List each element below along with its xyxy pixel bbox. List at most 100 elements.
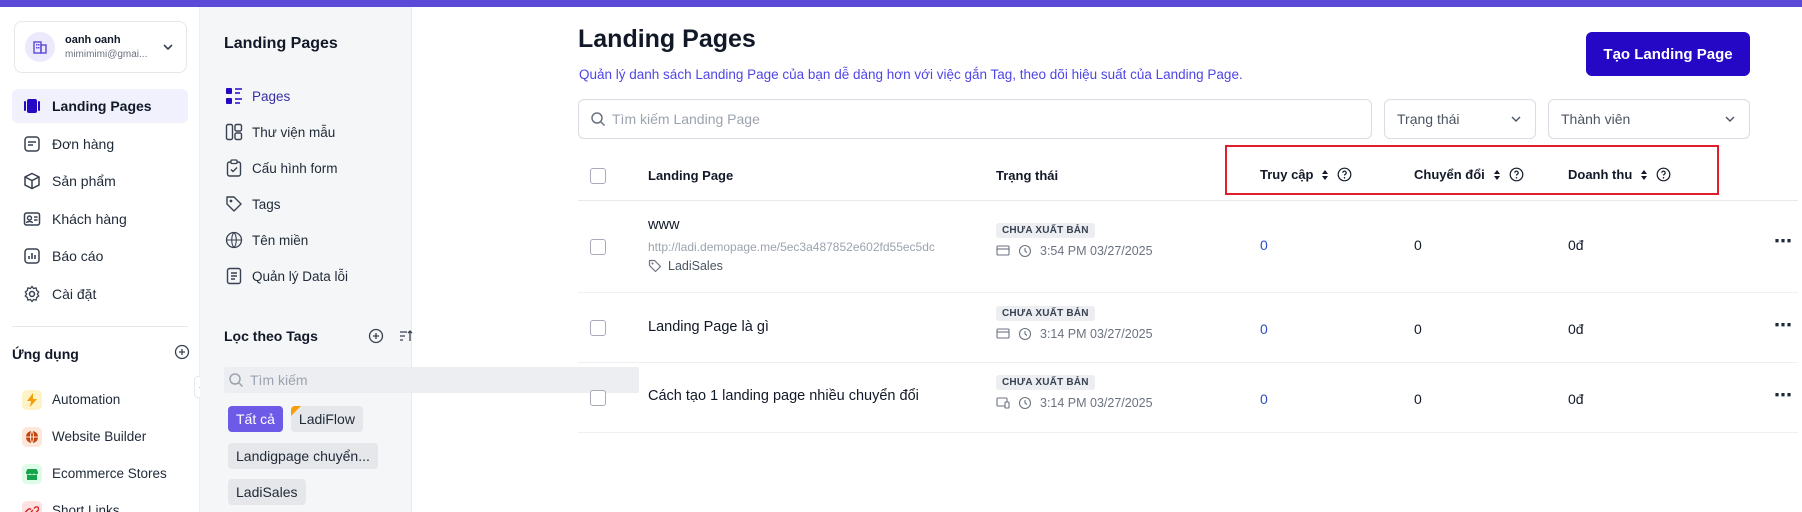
- main-nav: Landing Pages Đơn hàng Sản phẩm Khách hà…: [12, 89, 188, 314]
- landing-page-name[interactable]: www: [648, 217, 679, 233]
- tag-color-marker: [290, 406, 301, 416]
- main-content: Landing Pages Quản lý danh sách Landing …: [412, 7, 1802, 512]
- nav-label: Đơn hàng: [52, 135, 115, 152]
- apps-list: Automation Website Builder Ecommerce Sto…: [22, 381, 192, 512]
- subnav-label: Tên miền: [252, 232, 309, 248]
- updated-time: 3:54 PM 03/27/2025: [1040, 244, 1153, 258]
- more-options-icon[interactable]: ⋯: [1774, 231, 1793, 252]
- status-badge: CHƯA XUẤT BẢN: [996, 306, 1095, 321]
- domain-icon: [224, 230, 244, 250]
- table-row[interactable]: Cách tạo 1 landing page nhiều chuyển đổi…: [578, 363, 1798, 433]
- visits-value[interactable]: 0: [1260, 237, 1268, 253]
- landing-page-url[interactable]: http://ladi.demopage.me/5ec3a487852e602f…: [648, 240, 935, 254]
- table-row[interactable]: www http://ladi.demopage.me/5ec3a487852e…: [578, 201, 1798, 293]
- app-item-ecommerce-stores[interactable]: Ecommerce Stores: [22, 455, 192, 492]
- select-all-checkbox[interactable]: [590, 168, 606, 184]
- member-filter-value: Thành viên: [1561, 111, 1631, 127]
- apps-title: Ứng dụng: [12, 345, 79, 362]
- app-item-website-builder[interactable]: Website Builder: [22, 418, 192, 455]
- status-badge: CHƯA XUẤT BẢN: [996, 375, 1095, 390]
- app-label: Short Links: [52, 503, 120, 512]
- row-checkbox[interactable]: [590, 239, 606, 255]
- subnav-label: Thư viện mẫu: [252, 124, 336, 140]
- column-header-status: Trạng thái: [996, 168, 1059, 183]
- settings-icon: [22, 284, 42, 304]
- revenue-value: 0đ: [1568, 391, 1584, 407]
- tag-chip-ladiflow[interactable]: LadiFlow: [290, 406, 363, 432]
- nav-label: Sản phẩm: [52, 173, 116, 189]
- subnav-item-pages[interactable]: Pages: [224, 78, 404, 114]
- desktop-icon: [996, 328, 1010, 340]
- status-filter-select[interactable]: Trạng thái: [1384, 99, 1536, 139]
- tag-chip-all[interactable]: Tất cả: [228, 406, 283, 432]
- conversions-value: 0: [1414, 321, 1422, 337]
- subnav-label: Tags: [252, 196, 281, 212]
- page-description: Quản lý danh sách Landing Page của bạn d…: [579, 67, 1243, 82]
- search-icon: [228, 372, 244, 388]
- tag-chip-row: Landigpage chuyển...: [228, 443, 378, 469]
- create-landing-page-button[interactable]: Tạo Landing Page: [1586, 32, 1750, 76]
- visits-value[interactable]: 0: [1260, 391, 1268, 407]
- nav-item-settings[interactable]: Cài đặt: [12, 277, 188, 311]
- status-cell: CHƯA XUẤT BẢN 3:14 PM 03/27/2025: [996, 306, 1153, 341]
- subnav-item-domain[interactable]: Tên miền: [224, 222, 404, 258]
- search-placeholder: Tìm kiếm Landing Page: [612, 111, 760, 127]
- row-checkbox[interactable]: [590, 390, 606, 406]
- nav-item-products[interactable]: Sản phẩm: [12, 164, 188, 198]
- nav-label: Landing Pages: [52, 98, 152, 114]
- app-item-short-links[interactable]: Short Links: [22, 492, 192, 512]
- ecommerce-stores-icon: [22, 463, 42, 484]
- top-accent-bar: [0, 0, 1802, 7]
- add-app-icon[interactable]: [174, 344, 190, 363]
- conversions-value: 0: [1414, 391, 1422, 407]
- template-library-icon: [224, 122, 244, 142]
- desktop-icon: [996, 245, 1010, 257]
- status-meta: 3:54 PM 03/27/2025: [996, 244, 1153, 258]
- revenue-value: 0đ: [1568, 321, 1584, 337]
- app-label: Automation: [52, 392, 121, 407]
- customers-icon: [22, 209, 42, 229]
- nav-item-reports[interactable]: Báo cáo: [12, 239, 188, 273]
- tag-chip-landingpage[interactable]: Landigpage chuyển...: [228, 443, 378, 469]
- more-options-icon[interactable]: ⋯: [1774, 315, 1793, 336]
- status-filter-value: Trạng thái: [1397, 111, 1460, 127]
- more-options-icon[interactable]: ⋯: [1774, 385, 1793, 406]
- visits-value[interactable]: 0: [1260, 321, 1268, 337]
- add-tag-icon[interactable]: [368, 328, 384, 344]
- nav-item-orders[interactable]: Đơn hàng: [12, 127, 188, 161]
- landing-page-name[interactable]: Landing Page là gì: [648, 319, 769, 335]
- revenue-value: 0đ: [1568, 237, 1584, 253]
- apps-header: Ứng dụng: [12, 344, 190, 363]
- status-cell: CHƯA XUẤT BẢN 3:14 PM 03/27/2025: [996, 375, 1153, 410]
- subnav-item-template-library[interactable]: Thư viện mẫu: [224, 114, 404, 150]
- account-switcher[interactable]: oanh oanh mimimimi@gmai...: [14, 21, 187, 73]
- chevron-down-icon: [1723, 112, 1737, 126]
- landing-page-name[interactable]: Cách tạo 1 landing page nhiều chuyển đổi: [648, 388, 919, 404]
- tags-search-placeholder: Tìm kiếm: [250, 372, 308, 388]
- reports-icon: [22, 246, 42, 266]
- app-label: Ecommerce Stores: [52, 466, 167, 481]
- short-links-icon: [22, 500, 42, 512]
- subnav-item-error-data[interactable]: Quản lý Data lỗi: [224, 258, 404, 294]
- account-name: oanh oanh: [65, 34, 121, 46]
- nav-item-customers[interactable]: Khách hàng: [12, 202, 188, 236]
- subnav-item-tags[interactable]: Tags: [224, 186, 404, 222]
- conversions-value: 0: [1414, 237, 1422, 253]
- clock-icon: [1018, 327, 1032, 341]
- row-checkbox[interactable]: [590, 320, 606, 336]
- page-title: Landing Pages: [578, 25, 756, 53]
- main-sidebar: oanh oanh mimimimi@gmai... Landing Pages…: [0, 7, 200, 512]
- app-item-automation[interactable]: Automation: [22, 381, 192, 418]
- account-email: mimimimi@gmai...: [65, 49, 148, 60]
- subnav-item-form-config[interactable]: Cấu hình form: [224, 150, 404, 186]
- automation-icon: [22, 389, 42, 410]
- tag-chip-label: LadiFlow: [298, 411, 355, 427]
- clock-icon: [1018, 244, 1032, 258]
- member-filter-select[interactable]: Thành viên: [1548, 99, 1750, 139]
- tag-chip-ladisales[interactable]: LadiSales: [228, 479, 306, 505]
- subnav-label: Cấu hình form: [252, 160, 338, 176]
- nav-item-landing-pages[interactable]: Landing Pages: [12, 89, 188, 123]
- tag-chip-row: LadiSales: [228, 479, 306, 505]
- table-row[interactable]: Landing Page là gì CHƯA XUẤT BẢN 3:14 PM…: [578, 293, 1798, 363]
- landing-page-search-input[interactable]: Tìm kiếm Landing Page: [578, 99, 1372, 139]
